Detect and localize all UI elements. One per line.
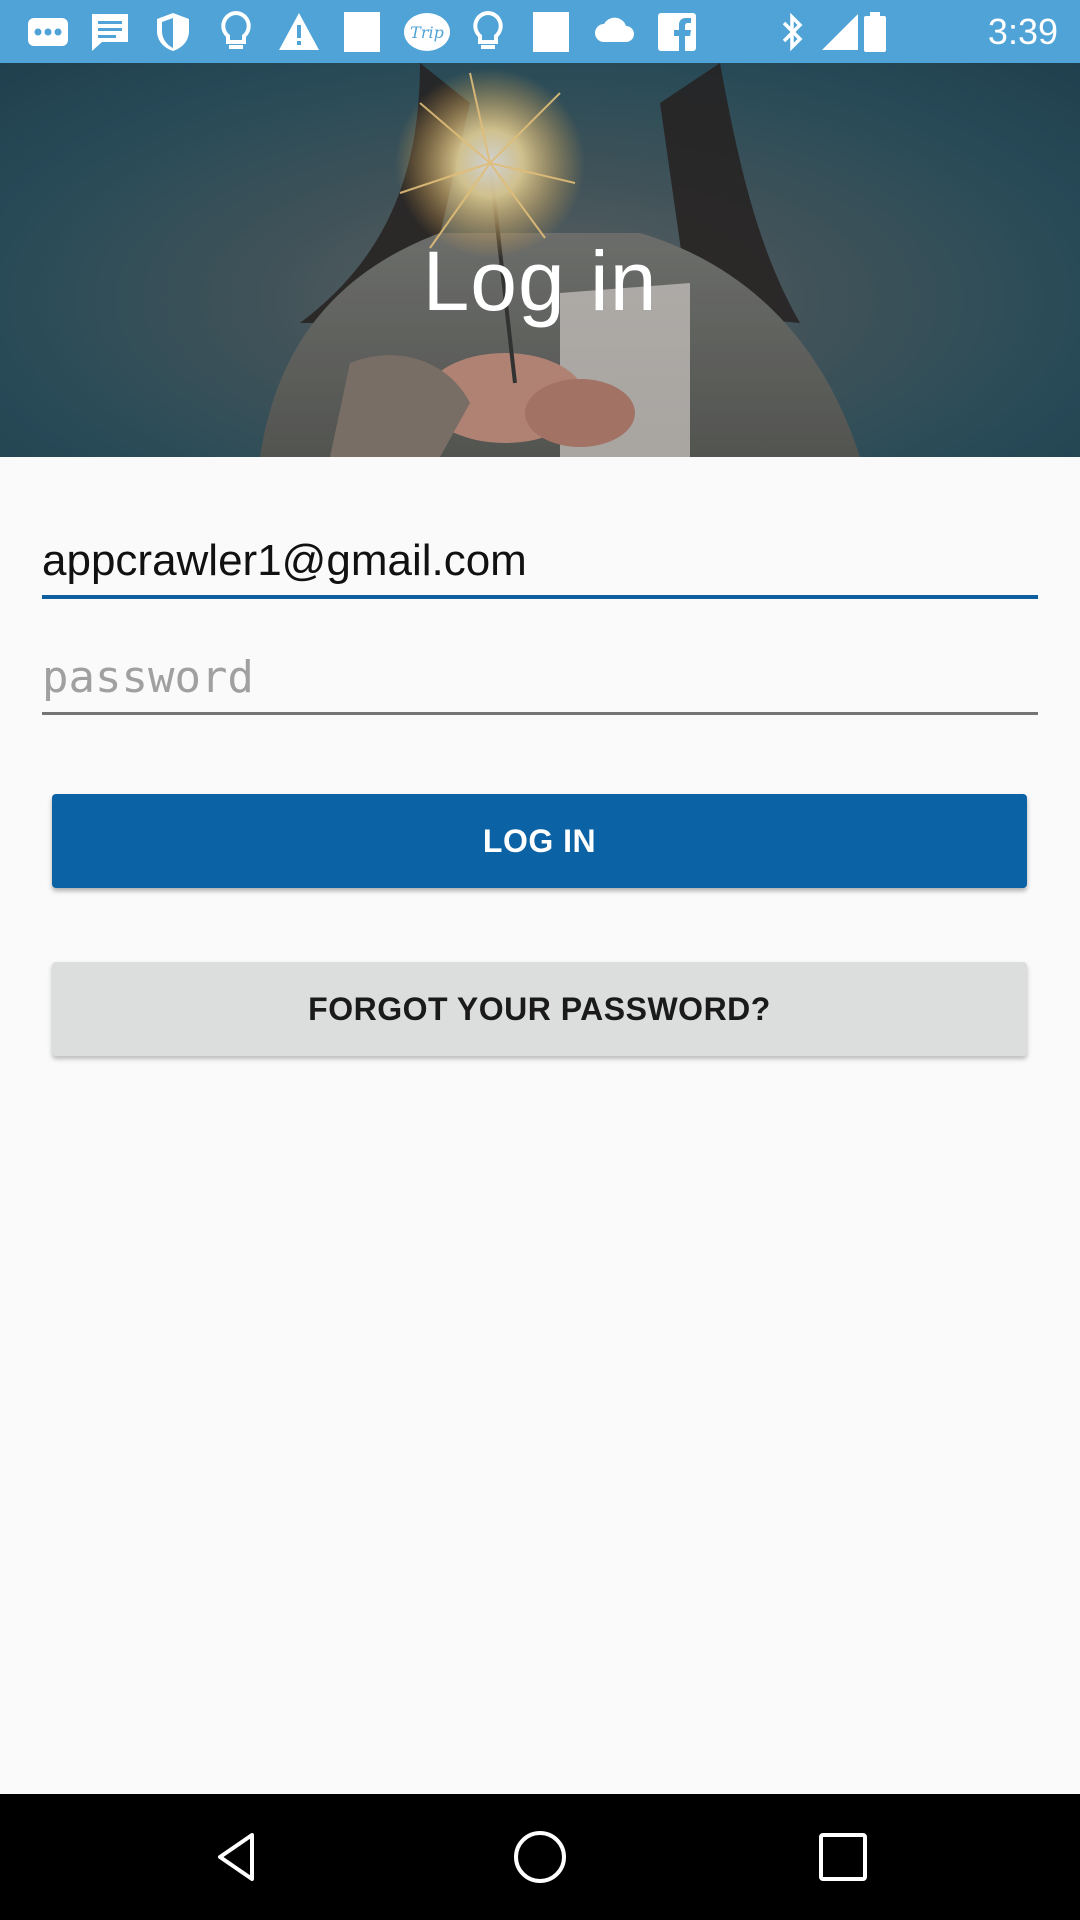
cloud-icon — [592, 10, 636, 54]
back-icon[interactable] — [203, 1822, 273, 1892]
message-icon — [88, 10, 132, 54]
square-icon — [340, 10, 384, 54]
password-field[interactable]: password — [42, 645, 1038, 715]
status-bar: Trip 3:39 — [0, 0, 1080, 63]
trip-badge-text: Trip — [410, 23, 444, 42]
trip-icon: Trip — [403, 10, 451, 54]
alert-icon — [277, 10, 321, 54]
square-icon — [529, 10, 573, 54]
email-field-value[interactable]: appcrawler1@gmail.com — [42, 527, 1038, 591]
page-title: Log in — [422, 234, 658, 328]
password-placeholder[interactable]: password — [42, 645, 1038, 709]
forgot-password-label: FORGOT YOUR PASSWORD? — [308, 990, 771, 1027]
more-icon — [26, 10, 70, 54]
email-field[interactable]: appcrawler1@gmail.com — [42, 527, 1038, 599]
bulb-icon — [466, 10, 510, 54]
bluetooth-icon — [770, 10, 814, 54]
recents-icon[interactable] — [808, 1822, 878, 1892]
home-icon[interactable] — [505, 1822, 575, 1892]
hero-banner: Log in — [0, 63, 1080, 457]
login-button[interactable]: LOG IN — [52, 794, 1027, 888]
login-button-label: LOG IN — [482, 822, 597, 859]
navigation-bar — [0, 1794, 1080, 1920]
bulb-icon — [214, 10, 258, 54]
status-time: 3:39 — [987, 11, 1058, 52]
forgot-password-button[interactable]: FORGOT YOUR PASSWORD? — [52, 962, 1027, 1056]
signal-icon — [818, 10, 862, 54]
facebook-icon — [655, 10, 699, 54]
shield-icon — [151, 10, 195, 54]
battery-icon — [860, 10, 890, 54]
